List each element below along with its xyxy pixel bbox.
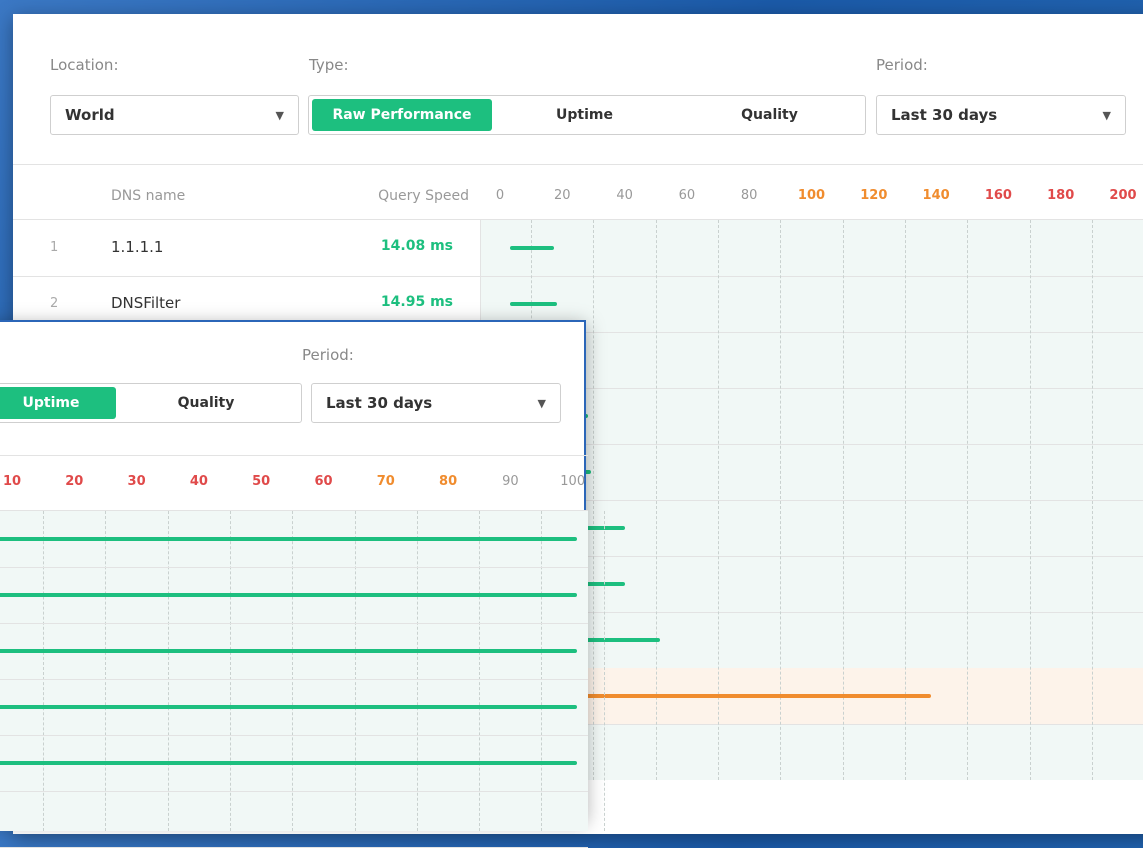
uptime-bar <box>0 537 577 541</box>
axis-tick-label: 140 <box>922 188 950 203</box>
grid-line <box>354 511 356 831</box>
period-value: Last 30 days <box>326 394 433 412</box>
divider <box>0 455 588 456</box>
period-select[interactable]: Last 30 days ▼ <box>876 95 1126 135</box>
speed-bar <box>510 302 557 306</box>
grid-line <box>43 511 44 831</box>
row-divider <box>0 735 588 736</box>
uptime-bar <box>0 705 577 709</box>
query-speed: 14.95 ms <box>380 294 453 310</box>
axis-tick-label: 20 <box>65 474 84 489</box>
row-divider <box>0 567 588 568</box>
type-uptime-button[interactable]: Uptime <box>492 99 677 131</box>
type-uptime-button[interactable]: Uptime <box>0 387 116 419</box>
query-speed-header: Query Speed <box>378 188 469 204</box>
divider <box>13 164 1143 165</box>
uptime-bar <box>0 649 577 653</box>
period-value: Last 30 days <box>891 106 998 124</box>
dns-name: DNSFilter <box>111 294 181 312</box>
grid-line <box>1091 220 1093 780</box>
location-value: World <box>65 106 115 124</box>
axis-tick-label: 80 <box>439 474 458 489</box>
axis-tick-label: 60 <box>678 188 696 203</box>
grid-line <box>105 511 107 831</box>
grid-line <box>603 511 605 831</box>
grid-line <box>479 511 481 831</box>
row-divider <box>0 679 588 680</box>
axis-tick-label: 70 <box>376 474 395 489</box>
row-rank: 1 <box>50 240 59 255</box>
axis-tick-label: 40 <box>616 188 633 203</box>
axis-tick-label: 60 <box>314 474 333 489</box>
period-label: Period: <box>302 346 354 364</box>
type-quality-button[interactable]: Quality <box>677 99 862 131</box>
type-segmented-control[interactable]: Uptime Quality <box>0 383 302 423</box>
axis-tick-label: 80 <box>740 188 758 203</box>
axis-tick-label: 40 <box>189 474 208 489</box>
type-segmented-control[interactable]: Raw Performance Uptime Quality <box>308 95 866 135</box>
speed-bar <box>510 246 554 250</box>
axis-tick-label: 10 <box>2 474 22 489</box>
axis-tick-label: 50 <box>252 474 271 489</box>
grid-line <box>541 511 543 831</box>
grid-line <box>229 511 231 831</box>
axis-tick-label: 100 <box>797 188 826 203</box>
uptime-bar <box>0 761 577 765</box>
chevron-down-icon: ▼ <box>275 108 284 122</box>
axis-tick-label: 200 <box>1109 188 1137 203</box>
type-quality-button[interactable]: Quality <box>116 387 296 419</box>
axis-tick-label: 180 <box>1047 188 1075 203</box>
axis-tick-label: 90 <box>502 474 519 489</box>
dns-name-header: DNS name <box>111 188 186 204</box>
uptime-bar <box>0 593 577 597</box>
uptime-panel: Period: Uptime Quality Last 30 days ▼ 10… <box>0 320 605 848</box>
axis-tick-label: 30 <box>127 474 146 489</box>
axis-tick-label: 100 <box>560 474 586 489</box>
row-divider <box>0 791 588 792</box>
grid-line <box>967 220 969 780</box>
period-label: Period: <box>876 56 928 74</box>
row-rank: 2 <box>50 296 59 311</box>
location-select[interactable]: World ▼ <box>50 95 299 135</box>
row-divider <box>0 623 588 624</box>
axis-tick-label: 120 <box>860 188 888 203</box>
axis-tick-label: 20 <box>554 188 571 203</box>
axis-tick-label: 0 <box>495 188 505 203</box>
chevron-down-icon: ▼ <box>537 396 546 410</box>
location-label: Location: <box>50 56 119 74</box>
type-label: Type: <box>309 56 349 74</box>
query-speed: 14.08 ms <box>380 238 453 254</box>
axis-tick-label: 160 <box>984 188 1012 203</box>
grid-line <box>292 511 294 831</box>
period-select[interactable]: Last 30 days ▼ <box>311 383 561 423</box>
row-divider <box>13 276 1143 277</box>
grid-line <box>416 511 418 831</box>
type-raw-performance-button[interactable]: Raw Performance <box>312 99 492 131</box>
chevron-down-icon: ▼ <box>1102 108 1111 122</box>
dns-name: 1.1.1.1 <box>111 238 164 256</box>
grid-line <box>167 511 169 831</box>
chart-grid <box>0 511 588 831</box>
grid-line <box>1029 220 1031 780</box>
